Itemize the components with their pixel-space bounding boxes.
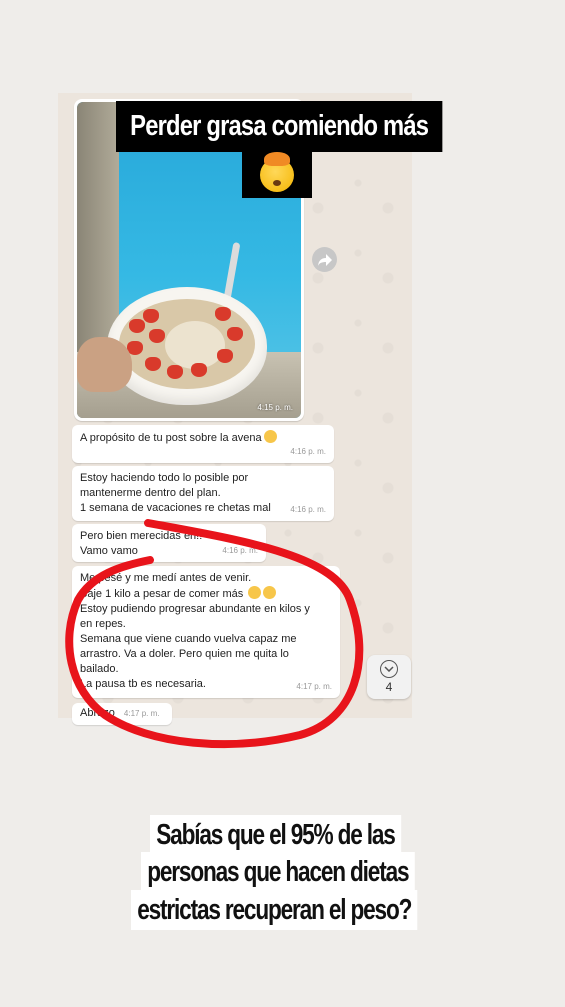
unread-count: 4 [385,680,393,694]
message-text: Semana que viene cuando vuelva capaz me [80,633,297,645]
message-text: A propósito de tu post sobre la avena [80,432,262,444]
bowl [107,287,267,405]
caption-line-2: personas que hacen dietas [141,852,415,892]
message-text: arrastro. Va a doler. Pero quien me quit… [80,648,289,660]
message-time: 4:16 p. m. [222,546,258,555]
message-text: Abrazo [80,707,115,719]
message-text: bailado. [80,663,119,675]
message-time: 4:16 p. m. [290,505,326,514]
message-text: Pero bien merecidas eh!! [80,530,203,542]
forward-icon [317,253,332,266]
message-bubble[interactable]: Pero bien merecidas eh!! Vamo vamo 4:16 … [72,524,266,562]
message-time: 4:17 p. m. [296,682,332,691]
hand [77,337,132,392]
message-time: 4:17 p. m. [123,709,160,718]
story-title: Perder grasa comiendo más [130,110,429,142]
message-bubble[interactable]: A propósito de tu post sobre la avena 4:… [72,425,334,463]
message-text: Baje 1 kilo a pesar de comer más [80,588,244,600]
chevron-down-icon [380,660,398,678]
message-bubble[interactable]: Estoy haciendo todo lo posible por mante… [72,466,334,521]
message-text: La pausa tb es necesaria. [80,678,206,690]
caption-line-1: Sabías que el 95% de las [150,815,401,855]
message-text: mantenerme dentro del plan. [80,487,221,499]
caption-line-3: estrictas recuperan el peso? [131,890,418,930]
message-bubble-highlighted[interactable]: Me pesé y me medí antes de venir. Baje 1… [72,566,340,698]
message-text: en repes. [80,618,126,630]
drooling-face-icon [263,430,277,443]
message-text: 1 semana de vacaciones re chetas mal [80,502,271,514]
story-title-banner: Perder grasa comiendo más [116,101,443,152]
mind-blown-emoji-icon [260,152,294,192]
message-time: 4:16 p. m. [290,447,326,456]
message-bubble[interactable]: Abrazo 4:17 p. m. [72,703,172,725]
message-text: Estoy haciendo todo lo posible por [80,472,249,484]
scroll-to-bottom-button[interactable]: 4 [367,655,411,699]
mind-blown-emoji-box [242,152,312,198]
starstruck-face-icon [263,586,277,599]
message-text: Estoy pudiendo progresar abundante en ki… [80,603,310,615]
forward-button[interactable] [312,247,337,272]
message-time: 4:15 p. m. [257,403,293,412]
message-text: Me pesé y me medí antes de venir. [80,572,252,584]
grimacing-face-icon [248,586,262,599]
